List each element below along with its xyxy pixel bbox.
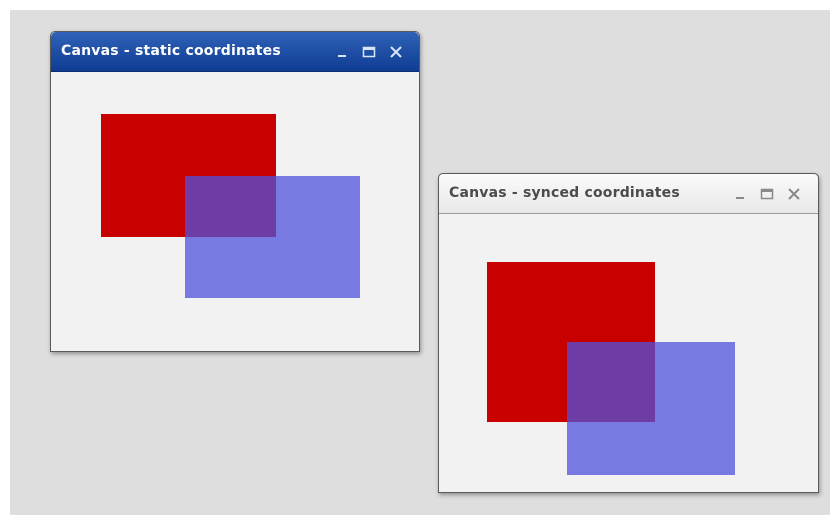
minimize-icon[interactable] bbox=[733, 186, 749, 202]
blue-rectangle bbox=[567, 342, 735, 475]
window-title: Canvas - static coordinates bbox=[61, 43, 281, 59]
canvas-area[interactable] bbox=[439, 214, 818, 492]
window-titlebar[interactable]: Canvas - synced coordinates bbox=[439, 174, 818, 214]
close-icon[interactable] bbox=[388, 44, 404, 60]
window-title: Canvas - synced coordinates bbox=[449, 185, 680, 201]
blue-rectangle bbox=[185, 176, 360, 298]
window-titlebar[interactable]: Canvas - static coordinates bbox=[51, 32, 419, 72]
close-icon[interactable] bbox=[786, 186, 802, 202]
minimize-icon[interactable] bbox=[335, 44, 351, 60]
canvas-area[interactable] bbox=[51, 72, 419, 351]
maximize-icon[interactable] bbox=[361, 44, 377, 60]
window-synced-coordinates[interactable]: Canvas - synced coordinates bbox=[438, 173, 819, 493]
maximize-icon[interactable] bbox=[759, 186, 775, 202]
window-static-coordinates[interactable]: Canvas - static coordinates bbox=[50, 31, 420, 352]
